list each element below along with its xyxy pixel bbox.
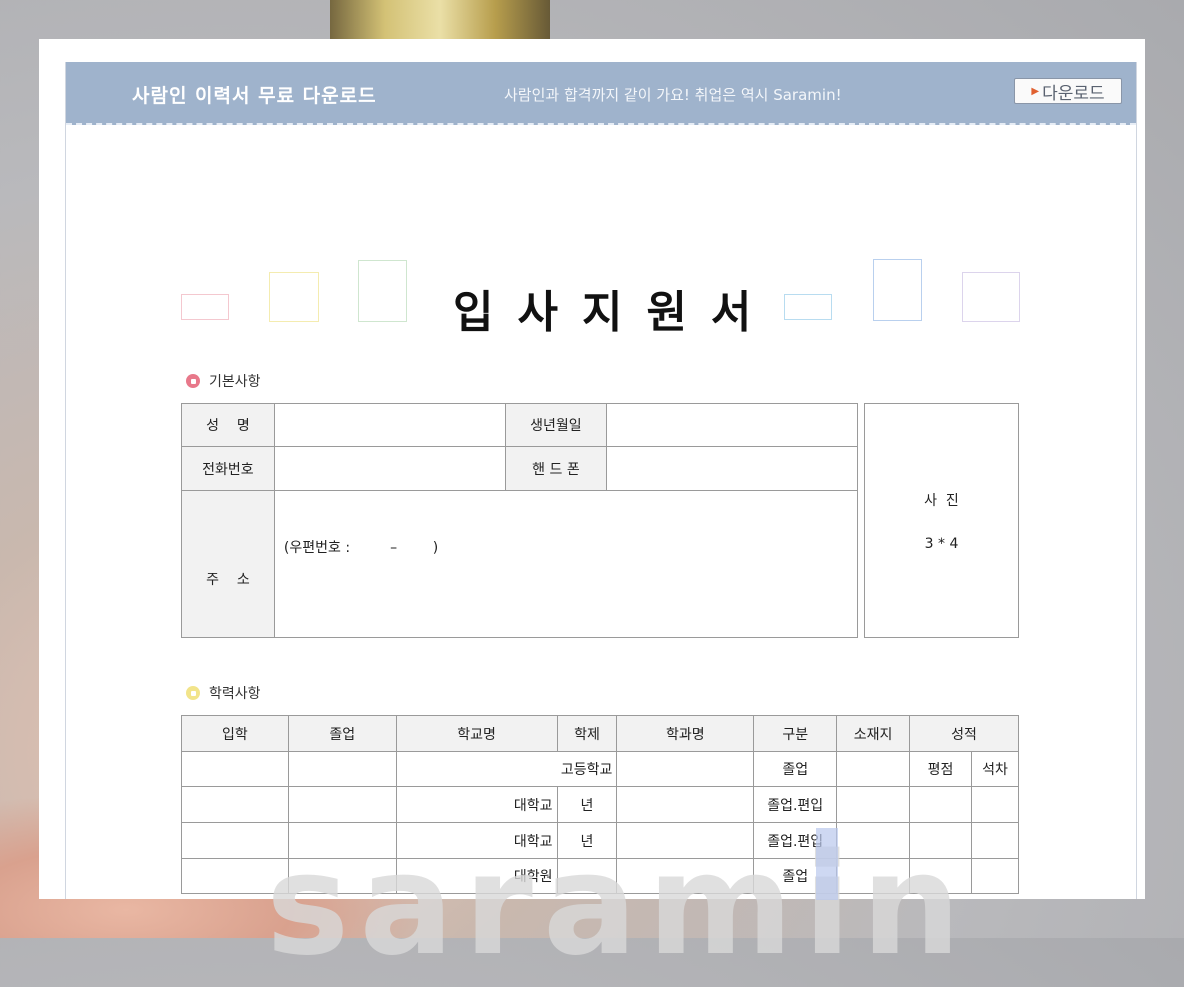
header-admission: 입학 <box>181 715 289 752</box>
header-location: 소재지 <box>836 715 911 752</box>
address-field[interactable]: (우편번호 : – ) <box>273 490 859 638</box>
graduation-cell[interactable] <box>287 786 397 823</box>
photo-size: 3 * 4 <box>924 536 959 552</box>
download-label: 다운로드 <box>1042 83 1105 104</box>
basic-section-label: 기본사항 <box>209 374 261 390</box>
header-graduation: 졸업 <box>287 715 397 752</box>
saramin-watermark: saramin <box>266 824 971 987</box>
postal-code-text: (우편번호 : – ) <box>283 540 439 556</box>
promo-banner: 사람인 이력서 무료 다운로드 사람인과 합격까지 같이 가요! 취업은 역시 … <box>66 62 1136 125</box>
table-row: 대학교 년 졸업.편입 <box>181 786 1020 823</box>
location-cell[interactable] <box>836 751 911 787</box>
address-label: 주 소 <box>181 490 275 638</box>
document-title: 입사지원서 <box>453 287 776 338</box>
table-row: 고등학교 졸업 평점 석차 <box>181 751 1020 787</box>
header-division: 구분 <box>753 715 838 752</box>
education-section-label: 학력사항 <box>209 686 261 702</box>
play-arrow-icon: ▶ <box>1031 85 1040 97</box>
division-cell[interactable]: 졸업.편입 <box>753 786 838 823</box>
birth-label: 생년월일 <box>504 403 608 447</box>
gpa-label: 평점 <box>909 751 972 787</box>
deco-square-skyblue <box>784 294 832 320</box>
section-bullet-icon <box>186 686 200 700</box>
admission-cell[interactable] <box>181 751 289 787</box>
basic-info-table: 성 명 생년월일 전화번호 핸 드 폰 주 소 (우편번호 : – ) <box>181 403 859 638</box>
document-sheet: 사람인 이력서 무료 다운로드 사람인과 합격까지 같이 가요! 취업은 역시 … <box>39 39 1145 987</box>
school-cell[interactable]: 고등학교 <box>395 751 618 787</box>
phone-field[interactable] <box>273 446 506 491</box>
banner-slogan: 사람인과 합격까지 같이 가요! 취업은 역시 Saramin! <box>504 86 842 104</box>
photo-box[interactable]: 사 진 3 * 4 <box>864 403 1019 638</box>
phone-label: 전화번호 <box>181 446 275 491</box>
education-section-heading: 학력사항 <box>186 683 261 703</box>
header-major: 학과명 <box>616 715 755 752</box>
title-row: 입사지원서 <box>66 259 1136 342</box>
division-cell[interactable]: 졸업 <box>753 751 838 787</box>
header-grades: 성적 <box>909 715 1019 752</box>
mobile-label: 핸 드 폰 <box>504 446 608 491</box>
download-button[interactable]: ▶ 다운로드 <box>1014 78 1122 104</box>
deco-square-lavender <box>962 272 1020 322</box>
major-cell[interactable] <box>616 751 755 787</box>
major-cell[interactable] <box>616 786 755 823</box>
mobile-field[interactable] <box>606 446 858 491</box>
school-cell[interactable]: 대학교 <box>395 786 558 823</box>
banner-title: 사람인 이력서 무료 다운로드 <box>132 85 377 107</box>
resume-document: 사람인 이력서 무료 다운로드 사람인과 합격까지 같이 가요! 취업은 역시 … <box>65 62 1137 987</box>
rank-label: 석차 <box>970 751 1020 787</box>
birth-field[interactable] <box>606 403 858 447</box>
photo-label: 사 진 <box>924 493 959 509</box>
basic-section-heading: 기본사항 <box>186 371 261 391</box>
section-bullet-icon <box>186 374 200 388</box>
rank-cell[interactable] <box>970 822 1020 859</box>
header-school: 학교명 <box>395 715 558 752</box>
deco-square-yellow <box>269 272 319 322</box>
deco-square-green <box>358 260 407 322</box>
name-field[interactable] <box>273 403 506 447</box>
header-system: 학제 <box>556 715 618 752</box>
deco-square-blue <box>873 259 922 321</box>
rank-cell[interactable] <box>970 858 1020 894</box>
admission-cell[interactable] <box>181 786 289 823</box>
watermark-accent <box>816 828 838 900</box>
rank-cell[interactable] <box>970 786 1020 823</box>
name-label: 성 명 <box>181 403 275 447</box>
gpa-cell[interactable] <box>909 786 972 823</box>
deco-square-pink <box>181 294 229 320</box>
location-cell[interactable] <box>836 786 911 823</box>
system-cell[interactable]: 년 <box>556 786 618 823</box>
background-photo-pen <box>330 0 550 40</box>
graduation-cell[interactable] <box>287 751 397 787</box>
